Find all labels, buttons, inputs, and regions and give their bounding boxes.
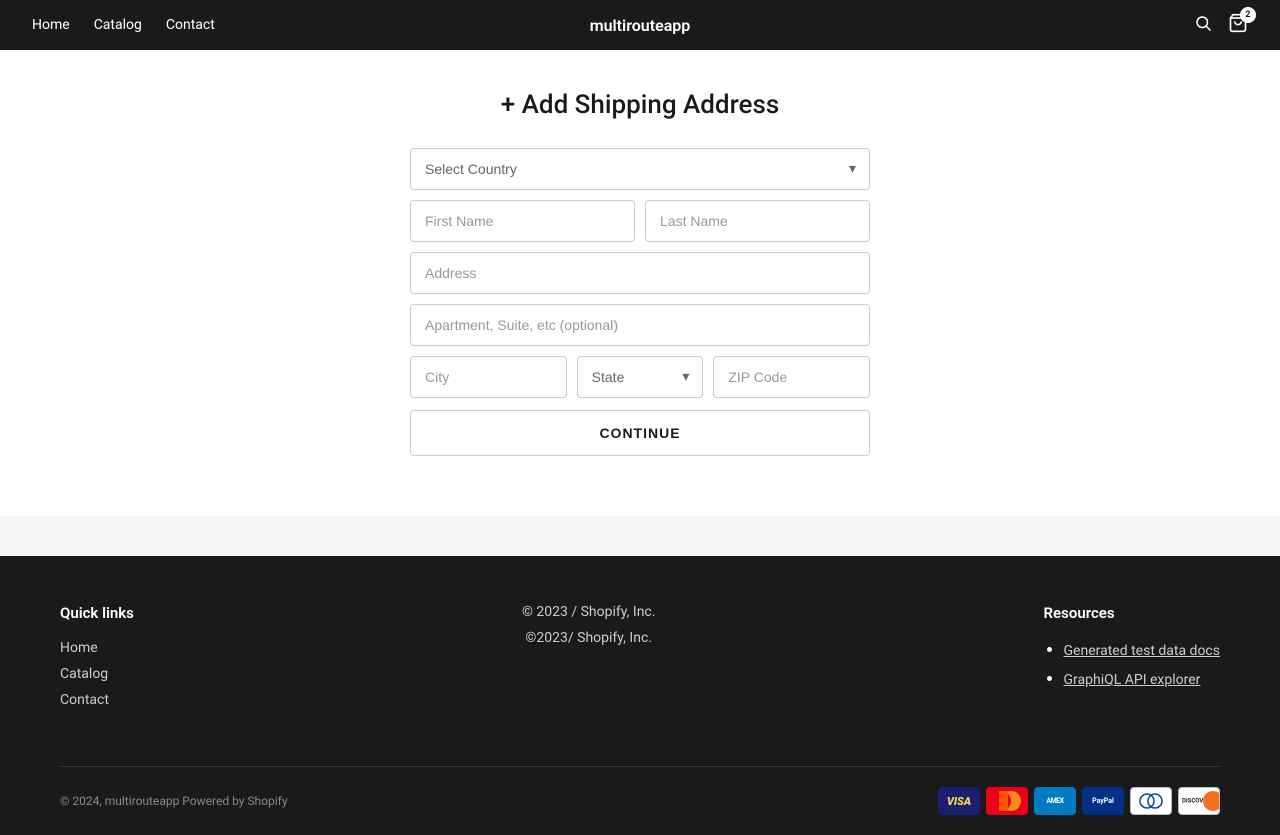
- state-select-wrapper: State California New York Texas: [577, 356, 704, 398]
- nav-icons: 2: [1194, 13, 1248, 38]
- country-select-wrapper: Select Country United States United King…: [410, 148, 870, 190]
- payment-icons: VISA AMEX PayPal DISCOVER: [938, 787, 1220, 815]
- nav-contact[interactable]: Contact: [166, 17, 215, 33]
- footer-home-link[interactable]: Home: [60, 640, 134, 656]
- footer-copyright: © 2023 / Shopify, Inc. ©2023/ Shopify, I…: [522, 604, 656, 718]
- resources-title: Resources: [1044, 604, 1220, 622]
- quick-links-title: Quick links: [60, 604, 134, 622]
- resources-item: GraphiQL API explorer: [1064, 669, 1220, 688]
- mastercard-icon: [986, 787, 1028, 815]
- graphiql-link[interactable]: GraphiQL API explorer: [1064, 672, 1220, 688]
- amex-icon: AMEX: [1034, 787, 1076, 815]
- state-select[interactable]: State California New York Texas: [577, 356, 704, 398]
- page-title: + Add Shipping Address: [501, 90, 779, 120]
- zip-input[interactable]: [713, 356, 870, 398]
- footer-divider: [60, 766, 1220, 767]
- footer-catalog-link[interactable]: Catalog: [60, 666, 134, 682]
- footer-contact-link[interactable]: Contact: [60, 692, 134, 708]
- copyright-line2: ©2023/ Shopify, Inc.: [522, 630, 656, 646]
- main-content: + Add Shipping Address Select Country Un…: [0, 50, 1280, 516]
- apt-input[interactable]: [410, 304, 870, 346]
- brand-name: multirouteapp: [590, 16, 691, 35]
- country-select[interactable]: Select Country United States United King…: [410, 148, 870, 190]
- nav-home[interactable]: Home: [32, 17, 70, 33]
- last-name-input[interactable]: [645, 200, 870, 242]
- footer-top: Quick links Home Catalog Contact © 2023 …: [60, 604, 1220, 718]
- copyright-line1: © 2023 / Shopify, Inc.: [522, 604, 656, 620]
- discover-icon: DISCOVER: [1178, 787, 1220, 815]
- shipping-form: Select Country United States United King…: [410, 148, 870, 456]
- visa-icon: VISA: [938, 787, 980, 815]
- test-data-docs-link[interactable]: Generated test data docs: [1064, 643, 1220, 659]
- search-icon[interactable]: [1194, 14, 1212, 37]
- resources-item: Generated test data docs: [1064, 640, 1220, 659]
- footer: Quick links Home Catalog Contact © 2023 …: [0, 556, 1280, 835]
- continue-button[interactable]: CONTINUE: [410, 410, 870, 456]
- footer-bottom: © 2024, multirouteapp Powered by Shopify…: [60, 787, 1220, 815]
- cart-icon[interactable]: 2: [1228, 13, 1248, 38]
- city-input[interactable]: [410, 356, 567, 398]
- name-row: [410, 200, 870, 242]
- navbar: Home Catalog Contact multirouteapp 2: [0, 0, 1280, 50]
- diners-icon: [1130, 787, 1172, 815]
- first-name-input[interactable]: [410, 200, 635, 242]
- paypal-icon: PayPal: [1082, 787, 1124, 815]
- address-input[interactable]: [410, 252, 870, 294]
- nav-catalog[interactable]: Catalog: [94, 17, 142, 33]
- cart-badge: 2: [1240, 7, 1256, 23]
- footer-bottom-copyright: © 2024, multirouteapp Powered by Shopify: [60, 794, 288, 808]
- footer-resources: Resources Generated test data docs Graph…: [1044, 604, 1220, 718]
- city-state-zip-row: State California New York Texas: [410, 356, 870, 398]
- resources-list: Generated test data docs GraphiQL API ex…: [1044, 640, 1220, 688]
- separator: [0, 516, 1280, 556]
- footer-quick-links: Quick links Home Catalog Contact: [60, 604, 134, 718]
- nav-links: Home Catalog Contact: [32, 17, 215, 33]
